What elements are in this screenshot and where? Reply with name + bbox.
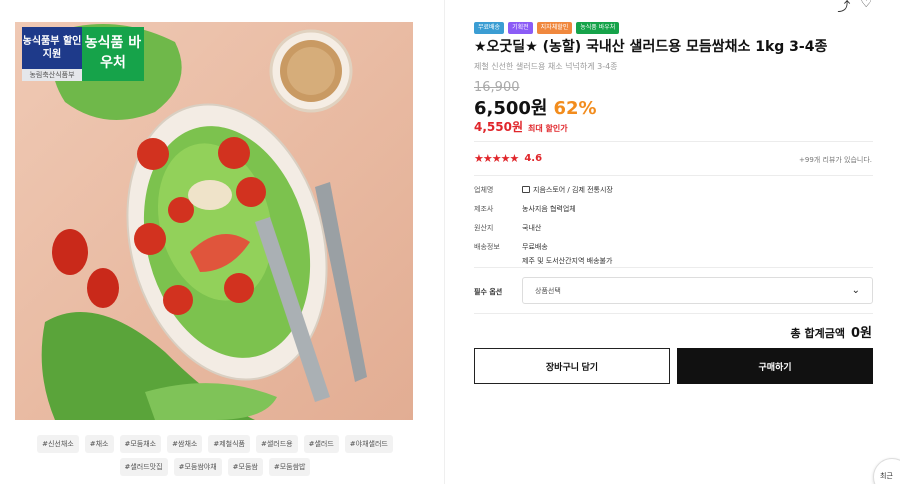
heart-icon[interactable]: ♡ bbox=[860, 0, 872, 15]
ministry-logo: 농림축산식품부 bbox=[22, 69, 82, 81]
tag[interactable]: #모둠채소 bbox=[119, 435, 162, 453]
option-select[interactable]: 상품선택 ⌄ bbox=[522, 277, 873, 304]
info-key: 배송정보 bbox=[474, 243, 500, 251]
rating-row[interactable]: ★★★★★ 4.6 bbox=[474, 152, 542, 165]
divider bbox=[474, 313, 873, 314]
tag[interactable]: #모둠쌈 bbox=[227, 458, 263, 476]
tag[interactable]: #야채샐러드 bbox=[344, 435, 393, 453]
tag-list: #신선채소 #채소 #모둠채소 #쌈채소 #제철식품 #샐러드용 #샐러드 #야… bbox=[35, 435, 395, 476]
review-count[interactable]: +99개 리뷰가 있습니다. bbox=[799, 155, 872, 165]
info-maker: 제조사 농사지음 협력업체 bbox=[474, 204, 613, 214]
info-value: 농사지음 협력업체 bbox=[522, 205, 576, 213]
badge-list: 무료배송 기획전 지자체할인 농식품 바우처 bbox=[474, 22, 620, 34]
info-delivery-note: 제주 및 도서산간지역 배송불가 bbox=[474, 256, 613, 266]
column-divider bbox=[444, 0, 445, 484]
max-discount-price: 4,550원 bbox=[474, 120, 523, 134]
share-icon[interactable]: ⤴ bbox=[837, 0, 850, 15]
info-origin: 원산지 국내산 bbox=[474, 223, 613, 233]
divider bbox=[474, 141, 873, 142]
badge-promotion: 기획전 bbox=[508, 22, 533, 34]
info-delivery: 배송정보 무료배송 bbox=[474, 242, 613, 252]
total-value: 0원 bbox=[850, 326, 872, 341]
tag[interactable]: #샐러드맛집 bbox=[119, 458, 168, 476]
tag[interactable]: #샐러드용 bbox=[255, 435, 298, 453]
tag[interactable]: #샐러드 bbox=[303, 435, 339, 453]
top-actions: ⤴ ♡ bbox=[837, 0, 872, 15]
tag[interactable]: #신선채소 bbox=[37, 435, 79, 453]
badge-local-discount: 지자체할인 bbox=[536, 22, 573, 34]
info-key: 원산지 bbox=[474, 224, 494, 232]
info-value[interactable]: 지음스토어 / 김제 전통시장 bbox=[522, 185, 613, 195]
total-label: 총 합계금액 bbox=[790, 327, 845, 340]
product-info: 업체명 지음스토어 / 김제 전통시장 제조사 농사지음 협력업체 원산지 국내… bbox=[474, 185, 613, 275]
star-rating-icon: ★★★★★ bbox=[474, 152, 519, 165]
tag[interactable]: #모둠쌈야채 bbox=[173, 458, 222, 476]
buy-now-button[interactable]: 구매하기 bbox=[677, 348, 873, 384]
total-row: 총 합계금액 0원 bbox=[791, 322, 872, 341]
tag[interactable]: #제철식품 bbox=[208, 435, 250, 453]
info-value: 제주 및 도서산간지역 배송불가 bbox=[522, 257, 613, 265]
max-discount-row: 4,550원 최대 할인가 bbox=[474, 118, 568, 135]
info-seller: 업체명 지음스토어 / 김제 전통시장 bbox=[474, 185, 613, 195]
option-label: 필수 옵션 bbox=[474, 288, 503, 296]
tag[interactable]: #채소 bbox=[84, 435, 114, 453]
price-row: 6,500원 62% bbox=[474, 94, 597, 120]
info-value: 무료배송 bbox=[522, 243, 548, 251]
voucher-label: 농식품 바우처 bbox=[82, 27, 144, 81]
discount-rate: 62% bbox=[553, 98, 597, 119]
tag[interactable]: #모둠쌈밥 bbox=[268, 458, 311, 476]
salad-photo bbox=[41, 24, 367, 420]
voucher-discount-label: 농식품부 할인지원 bbox=[22, 27, 82, 71]
divider bbox=[474, 175, 873, 176]
rating-value: 4.6 bbox=[524, 153, 543, 164]
max-discount-label: 최대 할인가 bbox=[528, 124, 568, 133]
option-placeholder: 상품선택 bbox=[535, 286, 561, 295]
recent-items-button[interactable]: 최근 bbox=[873, 458, 900, 484]
product-title: ★오굿딜★ (농할) 국내산 샐러드용 모듬쌈채소 1kg 3-4종 bbox=[474, 39, 828, 55]
add-to-cart-button[interactable]: 장바구니 담기 bbox=[474, 348, 670, 384]
shop-icon bbox=[522, 186, 530, 193]
product-subtitle: 제철 신선한 샐러드용 채소 넉넉하게 3-4종 bbox=[474, 62, 618, 71]
divider bbox=[474, 267, 873, 268]
info-key: 제조사 bbox=[474, 205, 494, 213]
chevron-down-icon: ⌄ bbox=[851, 285, 860, 296]
original-price: 16,900 bbox=[474, 80, 520, 95]
sale-price: 6,500원 bbox=[474, 98, 548, 119]
badge-free-shipping: 무료배송 bbox=[474, 22, 505, 34]
product-image: 농식품부 할인지원 농식품 바우처 농림축산식품부 bbox=[15, 22, 413, 420]
tag[interactable]: #쌈채소 bbox=[167, 435, 203, 453]
product-detail-page: 농식품부 할인지원 농식품 바우처 농림축산식품부 #신선채소 #채소 #모둠채… bbox=[0, 0, 900, 484]
badge-voucher: 농식품 바우처 bbox=[576, 22, 620, 34]
info-key: 업체명 bbox=[474, 186, 494, 194]
info-value: 국내산 bbox=[522, 224, 542, 232]
